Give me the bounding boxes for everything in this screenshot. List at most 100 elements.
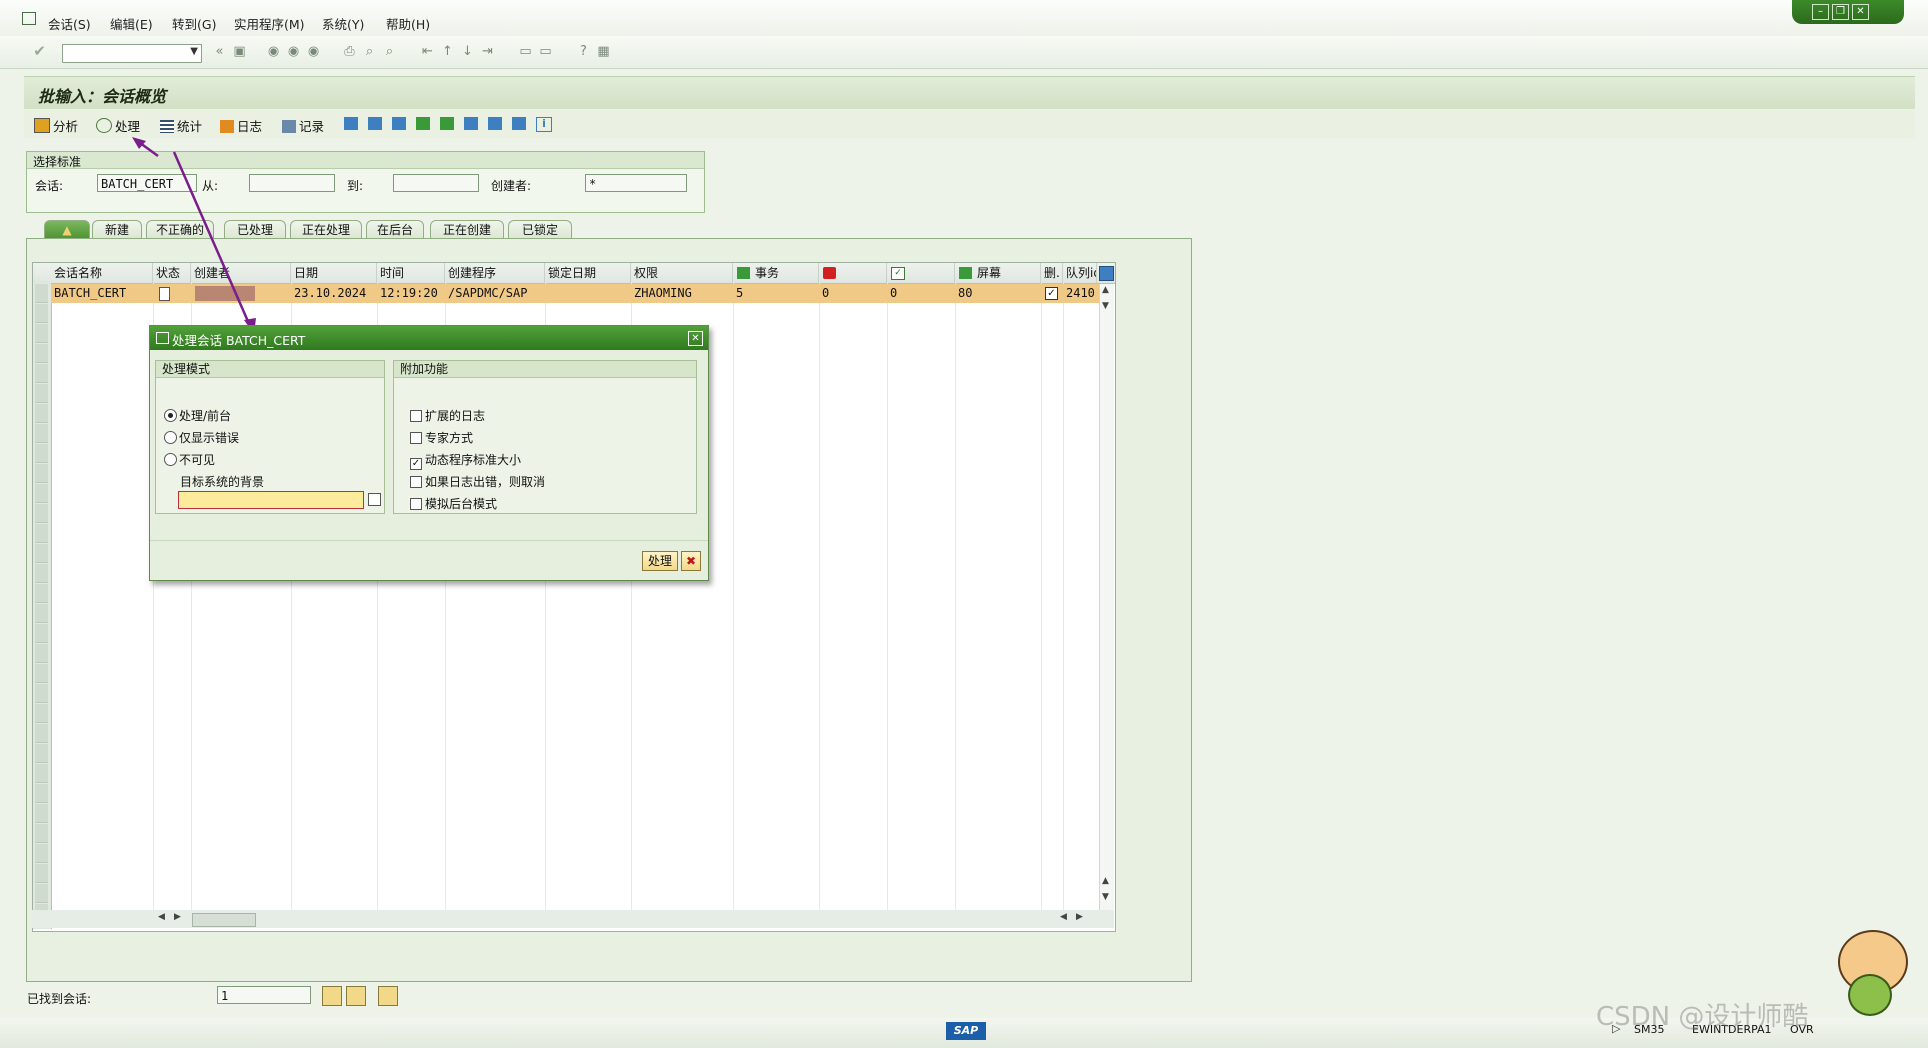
record-button[interactable]: 记录 <box>282 116 324 135</box>
checkbox-default-size[interactable]: ✓ 动态程序标准大小 <box>410 451 521 470</box>
col-time[interactable]: 时间 <box>377 263 445 283</box>
dialog-close-icon[interactable]: ✕ <box>688 331 703 346</box>
export-icon[interactable] <box>488 117 502 130</box>
col-session-name[interactable]: 会话名称 <box>51 263 153 283</box>
row-selector[interactable] <box>35 804 48 823</box>
process-button[interactable]: 处理 <box>96 116 140 135</box>
row-selector[interactable] <box>35 304 48 323</box>
col-delete[interactable]: 删. <box>1041 263 1063 283</box>
checkbox-cancel-on-log-error[interactable]: 如果日志出错，则取消 <box>410 473 545 490</box>
statistics-button[interactable]: 统计 <box>160 116 202 135</box>
flag-icon[interactable] <box>416 117 430 130</box>
print-icon[interactable]: ⎙ <box>342 44 357 59</box>
row-selector[interactable] <box>35 824 48 843</box>
row-selector[interactable] <box>35 664 48 683</box>
row-selector[interactable] <box>35 444 48 463</box>
row-selector[interactable] <box>35 884 48 903</box>
analyze-button[interactable]: 分析 <box>34 116 78 135</box>
row-selector[interactable] <box>35 484 48 503</box>
tab-all[interactable]: ▲ <box>44 220 90 240</box>
shortcut-icon[interactable]: ▭ <box>538 44 553 59</box>
next-page-icon[interactable]: ↓ <box>460 44 475 59</box>
target-system-input[interactable] <box>178 491 364 509</box>
scroll-up-icon[interactable]: ▲ <box>1102 876 1109 886</box>
vertical-scrollbar[interactable] <box>1099 284 1114 928</box>
horizontal-scrollbar[interactable]: ◀ ▶ ◀ ▶ <box>32 910 1114 928</box>
row-selector[interactable] <box>35 404 48 423</box>
first-page-icon[interactable]: ⇤ <box>420 44 435 59</box>
sort-icon[interactable] <box>464 117 478 130</box>
tab-background[interactable]: 在后台 <box>366 220 424 240</box>
row-selector[interactable] <box>35 324 48 343</box>
row-selector[interactable] <box>35 544 48 563</box>
table-row[interactable]: BATCH_CERT 23.10.2024 12:19:20 /SAPDMC/S… <box>51 284 1103 303</box>
checkbox-expert-mode[interactable]: 专家方式 <box>410 429 473 446</box>
refresh-icon[interactable] <box>512 117 526 130</box>
row-selector[interactable] <box>35 504 48 523</box>
to-date-input[interactable] <box>393 174 479 192</box>
row-selector[interactable] <box>35 624 48 643</box>
new-session-icon[interactable]: ▭ <box>518 44 533 59</box>
filter-icon[interactable] <box>440 117 454 130</box>
checkbox[interactable] <box>410 410 422 422</box>
radio-foreground[interactable]: 处理/前台 <box>164 407 231 424</box>
row-selector[interactable] <box>35 644 48 663</box>
exit-icon[interactable]: ◉ <box>286 44 301 59</box>
row-selector[interactable] <box>35 704 48 723</box>
radio-button[interactable] <box>164 453 177 466</box>
command-field[interactable]: ▼ <box>62 44 202 63</box>
close-window-icon[interactable]: ✕ <box>1852 4 1869 20</box>
menu-goto[interactable]: 转到(G) <box>172 14 216 33</box>
cancel-icon[interactable]: ◉ <box>306 44 321 59</box>
scroll-right-icon[interactable]: ▶ <box>1076 912 1083 922</box>
value-help-icon[interactable] <box>368 493 381 506</box>
log-button[interactable]: 日志 <box>220 116 262 135</box>
col-program[interactable]: 创建程序 <box>445 263 545 283</box>
prev-page-icon[interactable]: ↑ <box>440 44 455 59</box>
minimize-icon[interactable]: – <box>1812 4 1829 20</box>
delete-icon[interactable] <box>344 117 358 130</box>
from-date-input[interactable] <box>249 174 335 192</box>
col-status[interactable]: 状态 <box>153 263 191 283</box>
row-selector[interactable] <box>35 564 48 583</box>
row-selector[interactable] <box>35 464 48 483</box>
scroll-thumb[interactable] <box>192 913 256 927</box>
row-selector[interactable] <box>35 864 48 883</box>
creator-input[interactable]: * <box>585 174 687 192</box>
tab-being-created[interactable]: 正在创建 <box>430 220 504 240</box>
row-selector[interactable] <box>35 784 48 803</box>
row-selector[interactable] <box>35 384 48 403</box>
find-icon[interactable]: ⌕ <box>362 44 377 59</box>
row-selector[interactable] <box>35 424 48 443</box>
last-page-icon[interactable]: ⇥ <box>480 44 495 59</box>
tab-processed[interactable]: 已处理 <box>224 220 286 240</box>
find-next-icon[interactable]: ⌕ <box>382 44 397 59</box>
col-queue-id[interactable]: 队列id <box>1063 263 1097 283</box>
row-selector[interactable] <box>35 684 48 703</box>
row-selector[interactable] <box>35 524 48 543</box>
scroll-down-icon[interactable]: ▼ <box>1102 892 1109 902</box>
lock-icon[interactable] <box>368 117 382 130</box>
next-entry-icon[interactable] <box>322 986 342 1006</box>
scroll-left-icon[interactable]: ◀ <box>158 912 165 922</box>
tab-new[interactable]: 新建 <box>92 220 142 240</box>
row-selector[interactable] <box>35 844 48 863</box>
session-menu-icon[interactable] <box>22 12 36 25</box>
tab-locked[interactable]: 已锁定 <box>508 220 572 240</box>
radio-button[interactable] <box>164 409 177 422</box>
radio-button[interactable] <box>164 431 177 444</box>
info-icon[interactable]: i <box>536 117 552 132</box>
menu-session[interactable]: 会话(S) <box>48 14 91 33</box>
dropdown-arrow-icon[interactable]: ▼ <box>190 46 198 57</box>
row-selector[interactable] <box>35 284 48 303</box>
menu-edit[interactable]: 编辑(E) <box>110 14 153 33</box>
radio-invisible[interactable]: 不可见 <box>164 451 215 468</box>
checkbox-checked[interactable]: ✓ <box>410 458 422 470</box>
scroll-down-icon[interactable]: ▼ <box>1102 301 1109 311</box>
tab-incorrect[interactable]: 不正确的 <box>146 220 214 240</box>
row-selector[interactable] <box>35 724 48 743</box>
previous-entry-icon[interactable] <box>346 986 366 1006</box>
row-selector[interactable] <box>35 584 48 603</box>
process-button[interactable]: 处理 <box>642 551 678 571</box>
session-input[interactable]: BATCH_CERT <box>97 174 197 192</box>
